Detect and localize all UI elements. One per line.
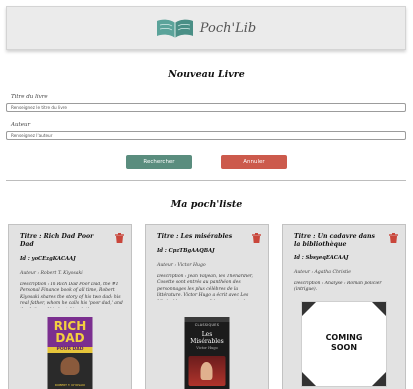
- book-description: Description : Jean Valjean, les Thénardi…: [157, 274, 253, 300]
- book-logo-icon: [156, 19, 193, 38]
- author-input[interactable]: Renseignez l'auteur: [6, 131, 406, 140]
- book-author: Auteur : Agatha Christie: [294, 270, 351, 275]
- cover-band: POOR DAD: [47, 347, 93, 353]
- cover-series: CLASSIQUES: [194, 323, 220, 327]
- trash-icon[interactable]: [389, 233, 398, 243]
- book-id: Id : SbsyeqEACAAJ: [294, 255, 349, 261]
- cover-title-dad: DAD: [55, 331, 85, 345]
- book-author: Auteur : Victor Hugo: [157, 263, 206, 268]
- trash-icon[interactable]: [252, 233, 261, 243]
- search-button[interactable]: Rechercher: [126, 155, 192, 169]
- cover-author: Victor Hugo: [196, 346, 218, 350]
- book-title: Titre : Un cadavre dans la bibliothèque: [294, 233, 376, 248]
- brand-name: Poch'Lib: [199, 20, 257, 36]
- cover-title: Les Misérables: [190, 331, 224, 345]
- book-title: Titre : Rich Dad Poor Dad: [20, 233, 94, 248]
- coming-soon-line1: COMING: [325, 333, 363, 342]
- author-field-label: Auteur: [11, 122, 31, 128]
- title-input[interactable]: Renseignez le titre du livre: [6, 103, 406, 112]
- book-author: Auteur : Robert T. Kiyosaki: [20, 271, 83, 276]
- book-description: Description : In Rich Dad Poor Dad, the …: [20, 282, 123, 308]
- book-cover-image: RICH DAD POOR DAD ROBERT T. KIYOSAKI: [47, 317, 93, 389]
- book-title: Titre : Les misérables: [157, 233, 233, 240]
- section-divider: [6, 180, 406, 181]
- book-id: Id : yoCEzgKACAAJ: [20, 256, 76, 262]
- book-id: Id : CpzTBgAAQBAJ: [157, 248, 215, 254]
- book-description: Description : Analyse : Roman policier (…: [294, 281, 382, 293]
- coming-soon-line2: SOON: [330, 343, 358, 352]
- title-field-label: Titre du livre: [11, 94, 48, 100]
- book-card: Titre : Rich Dad Poor Dad Id : yoCEzgKAC…: [8, 224, 132, 389]
- poch-list-heading: Ma poch'liste: [170, 199, 243, 210]
- coming-soon-image: COMING SOON: [301, 301, 387, 387]
- new-book-heading: Nouveau Livre: [168, 69, 245, 80]
- cancel-button[interactable]: Annuler: [221, 155, 287, 169]
- cover-author: ROBERT T. KIYOSAKI: [54, 383, 86, 387]
- book-cover-image: CLASSIQUES Les Misérables Victor Hugo: [184, 317, 230, 389]
- author-input-placeholder: Renseignez l'auteur: [11, 133, 53, 138]
- app-header: Poch'Lib: [6, 6, 406, 50]
- book-card: Titre : Un cadavre dans la bibliothèque …: [282, 224, 406, 389]
- trash-icon[interactable]: [115, 233, 124, 243]
- book-card: Titre : Les misérables Id : CpzTBgAAQBAJ…: [145, 224, 269, 389]
- title-input-placeholder: Renseignez le titre du livre: [11, 105, 67, 110]
